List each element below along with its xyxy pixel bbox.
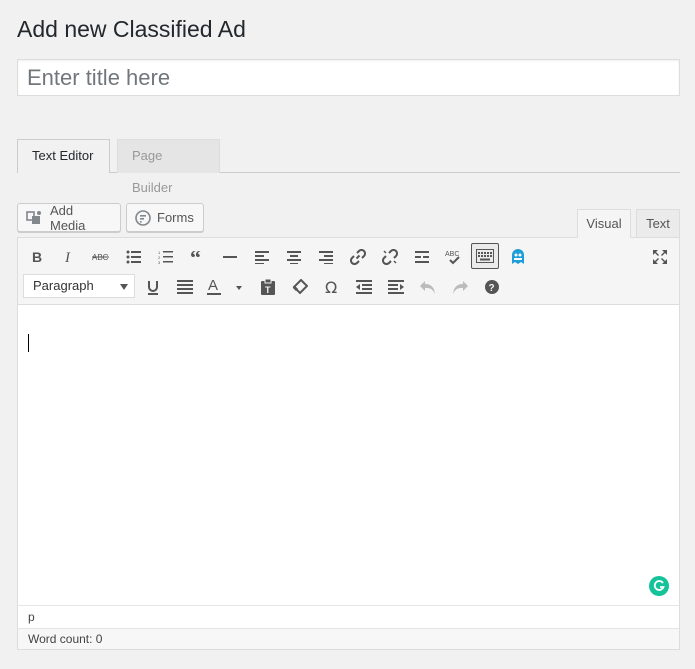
outdent-icon[interactable] (350, 274, 378, 300)
svg-text:T: T (265, 285, 271, 295)
numbered-list-icon[interactable]: 123 (152, 244, 180, 270)
svg-text:I: I (64, 250, 71, 264)
strikethrough-icon[interactable]: ABC (87, 244, 115, 270)
align-center-icon[interactable] (280, 244, 308, 270)
redo-icon[interactable] (446, 274, 474, 300)
toolbar-toggle-icon[interactable] (471, 243, 499, 269)
underline-icon[interactable] (139, 274, 167, 300)
media-icon (26, 210, 44, 226)
align-left-icon[interactable] (248, 244, 276, 270)
title-input[interactable] (17, 59, 680, 96)
editor-toolbar: B I ABC 123 “ (18, 238, 679, 305)
blockquote-icon[interactable]: “ (184, 244, 212, 270)
help-icon[interactable]: ? (478, 274, 506, 300)
svg-text:B: B (32, 250, 42, 264)
bold-icon[interactable]: B (23, 244, 51, 270)
clear-formatting-icon[interactable] (286, 274, 314, 300)
add-media-label: Add Media (50, 202, 86, 233)
spellcheck-icon[interactable]: ABC (440, 244, 468, 270)
format-select-value: Paragraph (33, 278, 94, 293)
horizontal-rule-icon[interactable] (216, 244, 244, 270)
editor: B I ABC 123 “ (17, 237, 680, 650)
tab-text-editor[interactable]: Text Editor (17, 139, 110, 173)
ghost-plugin-icon[interactable] (504, 244, 532, 270)
italic-icon[interactable]: I (55, 244, 83, 270)
svg-text:ABC: ABC (445, 251, 459, 258)
tab-visual[interactable]: Visual (577, 209, 631, 238)
word-count: Word count: 0 (18, 628, 679, 649)
editor-content-area[interactable] (18, 305, 679, 605)
paste-text-icon[interactable]: T (254, 274, 282, 300)
chevron-down-icon (120, 284, 128, 290)
bullet-list-icon[interactable] (120, 244, 148, 270)
forms-label: Forms (157, 210, 194, 225)
svg-text:Ω: Ω (325, 279, 337, 295)
read-more-icon[interactable] (408, 244, 436, 270)
svg-text:A: A (208, 278, 218, 294)
svg-text:3: 3 (158, 260, 161, 264)
undo-icon[interactable] (414, 274, 442, 300)
grammarly-icon[interactable] (649, 576, 669, 596)
forms-icon (135, 209, 151, 226)
indent-icon[interactable] (382, 274, 410, 300)
link-icon[interactable] (344, 244, 372, 270)
text-color-icon[interactable]: A (203, 274, 247, 300)
editor-path-statusbar: p (18, 605, 679, 628)
tab-page-builder[interactable]: Page Builder (117, 139, 220, 195)
page-title: Add new Classified Ad (17, 16, 246, 42)
special-character-icon[interactable]: Ω (318, 274, 346, 300)
add-media-button[interactable]: Add Media (17, 202, 121, 233)
tab-text[interactable]: Text (636, 209, 680, 238)
align-right-icon[interactable] (312, 244, 340, 270)
format-select[interactable]: Paragraph (23, 274, 135, 298)
svg-text:?: ? (489, 283, 495, 294)
svg-text:“: “ (190, 251, 201, 263)
justify-icon[interactable] (171, 274, 199, 300)
fullscreen-icon[interactable] (646, 244, 674, 270)
unlink-icon[interactable] (376, 244, 404, 270)
text-caret (28, 334, 29, 352)
forms-button[interactable]: Forms (126, 203, 204, 232)
element-path[interactable]: p (28, 610, 35, 624)
